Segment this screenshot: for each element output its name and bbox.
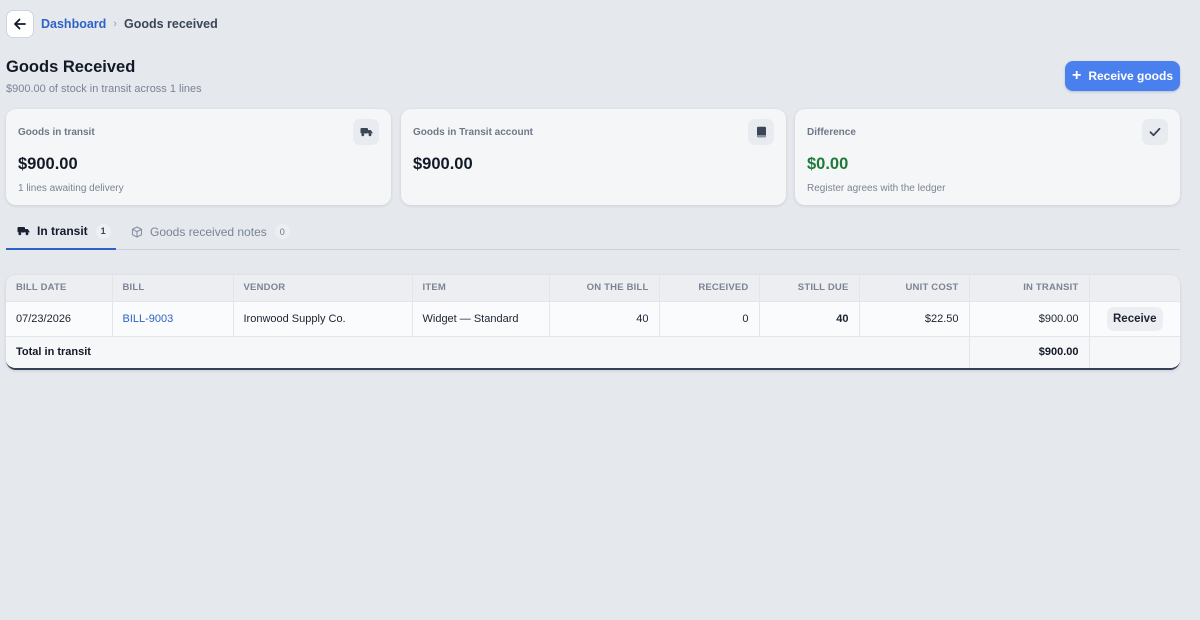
column-header-still-due[interactable]: STILL DUE bbox=[759, 275, 860, 301]
card-label: Difference bbox=[807, 127, 856, 138]
card-label: Goods in transit bbox=[18, 127, 95, 138]
column-header-actions bbox=[1089, 275, 1180, 301]
column-header-in-transit[interactable]: IN TRANSIT bbox=[969, 275, 1090, 301]
check-icon bbox=[1142, 119, 1168, 145]
receive-button[interactable]: Receive bbox=[1106, 306, 1163, 331]
cell-bill-date: 07/23/2026 bbox=[6, 300, 113, 336]
tab-label: In transit bbox=[37, 224, 88, 238]
breadcrumb-separator: › bbox=[113, 18, 117, 30]
card-value: $900.00 bbox=[413, 155, 473, 173]
tab-count-badge: 0 bbox=[274, 224, 290, 239]
truck-icon bbox=[17, 227, 30, 236]
tab-bar: In transit 1 Goods received notes 0 bbox=[6, 214, 1180, 250]
breadcrumb-dashboard-link[interactable]: Dashboard bbox=[41, 17, 106, 31]
tab-label: Goods received notes bbox=[150, 224, 267, 239]
cell-on-the-bill: 40 bbox=[549, 300, 660, 336]
cell-actions: Receive bbox=[1089, 300, 1180, 336]
column-header-on-the-bill[interactable]: ON THE BILL bbox=[549, 275, 660, 301]
column-header-received[interactable]: RECEIVED bbox=[659, 275, 760, 301]
arrow-left-icon bbox=[14, 18, 26, 30]
card-value: $900.00 bbox=[18, 155, 78, 173]
card-value: $0.00 bbox=[807, 155, 849, 173]
table-footer-row: Total in transit $900.00 bbox=[6, 335, 1180, 368]
cell-unit-cost: $22.50 bbox=[859, 300, 970, 336]
total-in-transit: $900.00 bbox=[969, 335, 1090, 368]
column-header-vendor[interactable]: VENDOR bbox=[233, 275, 413, 301]
top-bar: Dashboard › Goods received bbox=[0, 0, 1200, 48]
column-header-item[interactable]: ITEM bbox=[412, 275, 550, 301]
tab-count-badge: 1 bbox=[95, 223, 111, 239]
cell-item: Widget — Standard bbox=[412, 300, 550, 336]
page-title: Goods Received bbox=[6, 58, 136, 76]
transit-account-card: Goods in Transit account $900.00 bbox=[401, 109, 786, 205]
column-header-unit-cost[interactable]: UNIT COST bbox=[859, 275, 970, 301]
receive-goods-label: Receive goods bbox=[1088, 69, 1174, 83]
card-label: Goods in Transit account bbox=[413, 127, 534, 138]
plus-icon: + bbox=[1071, 67, 1082, 84]
page-subtitle: $900.00 of stock in transit across 1 lin… bbox=[6, 83, 202, 95]
difference-card: Difference $0.00 Register agrees with th… bbox=[795, 109, 1180, 205]
table-header-row: BILL DATE BILL VENDOR ITEM ON THE BILL R… bbox=[6, 275, 1180, 301]
footer-empty-cell bbox=[1089, 335, 1180, 368]
card-note: Register agrees with the ledger bbox=[807, 183, 946, 194]
back-button[interactable] bbox=[6, 10, 34, 38]
column-header-bill[interactable]: BILL bbox=[112, 275, 234, 301]
box-icon bbox=[131, 225, 143, 238]
cell-vendor: Ironwood Supply Co. bbox=[233, 300, 413, 336]
column-header-bill-date[interactable]: BILL DATE bbox=[6, 275, 113, 301]
card-note: 1 lines awaiting delivery bbox=[18, 183, 124, 194]
in-transit-table: BILL DATE BILL VENDOR ITEM ON THE BILL R… bbox=[6, 275, 1180, 370]
truck-icon bbox=[353, 119, 379, 145]
breadcrumb-current: Goods received bbox=[123, 17, 218, 31]
cell-bill-link[interactable]: BILL-9003 bbox=[112, 300, 234, 336]
tab-in-transit[interactable]: In transit 1 bbox=[6, 214, 116, 250]
cell-in-transit: $900.00 bbox=[969, 300, 1090, 336]
tab-goods-received-notes[interactable]: Goods received notes 0 bbox=[129, 214, 290, 249]
goods-in-transit-card: Goods in transit $900.00 1 lines awaitin… bbox=[6, 109, 391, 205]
cell-received: 0 bbox=[659, 300, 760, 336]
receive-goods-button[interactable]: + Receive goods bbox=[1065, 61, 1180, 91]
total-label: Total in transit bbox=[6, 335, 970, 368]
table-row: 07/23/2026 BILL-9003 Ironwood Supply Co.… bbox=[6, 300, 1180, 336]
book-icon bbox=[748, 119, 774, 145]
cell-still-due: 40 bbox=[759, 300, 860, 336]
